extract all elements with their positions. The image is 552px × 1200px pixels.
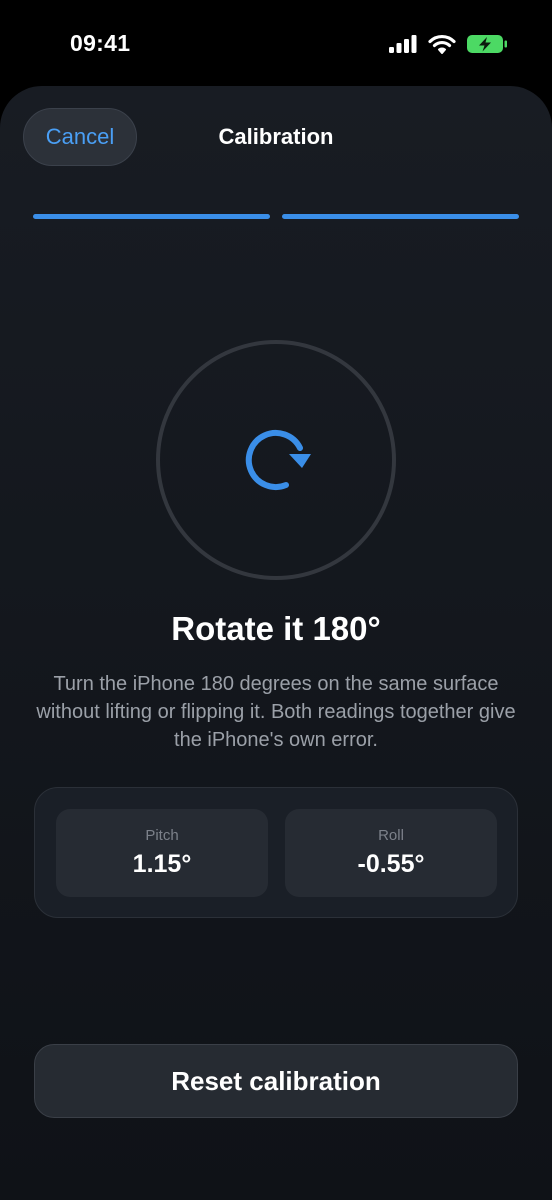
readings-panel: Pitch 1.15° Roll -0.55° [34, 787, 518, 918]
roll-card: Roll -0.55° [285, 809, 497, 897]
step-description: Turn the iPhone 180 degrees on the same … [36, 673, 516, 751]
pitch-value: 1.15° [132, 850, 192, 878]
instruction-dial [156, 340, 396, 580]
roll-label: Roll [378, 827, 404, 844]
step-heading: Rotate it 180° [171, 610, 381, 647]
wifi-icon [428, 34, 456, 54]
page-title: Calibration [218, 124, 334, 149]
status-bar: 09:41 [0, 0, 552, 88]
calibration-sheet: Cancel Calibration Rotate it 180° Turn t… [0, 86, 552, 1200]
status-icons [388, 33, 508, 55]
rotate-clockwise-icon [245, 430, 311, 490]
roll-value: -0.55° [357, 850, 425, 878]
step-progress [33, 214, 519, 220]
reset-calibration-button[interactable]: Reset calibration [34, 1044, 518, 1118]
status-time: 09:41 [70, 30, 131, 56]
battery-charging-icon [467, 35, 507, 53]
signal-icon [389, 35, 417, 53]
pitch-card: Pitch 1.15° [56, 809, 268, 897]
pitch-label: Pitch [145, 827, 179, 844]
progress-step-1 [33, 214, 270, 219]
progress-step-2 [282, 214, 519, 219]
